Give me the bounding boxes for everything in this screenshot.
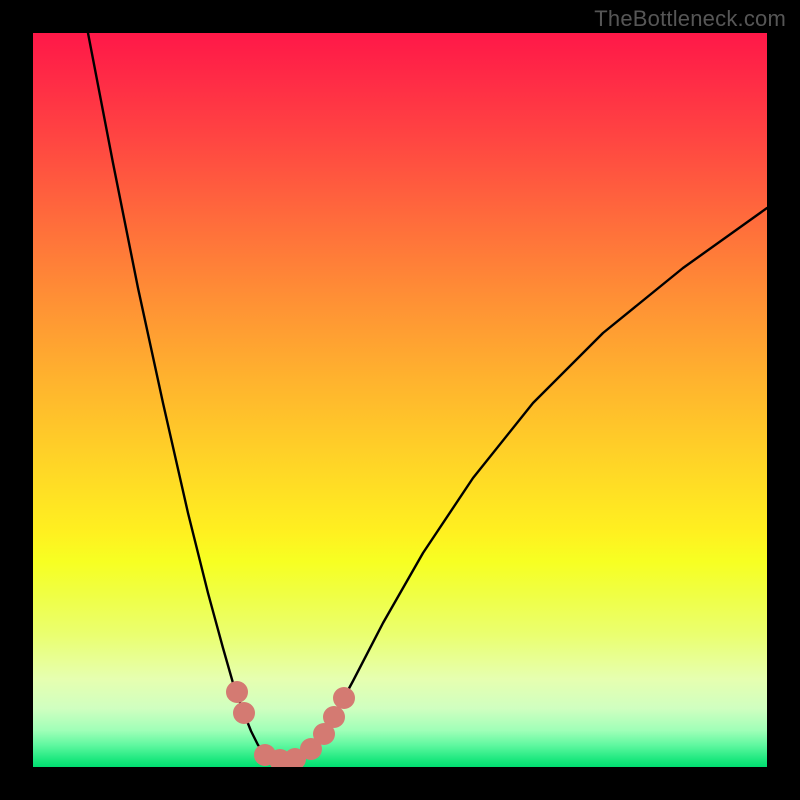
plot-area: [33, 33, 767, 767]
chart-frame: TheBottleneck.com: [0, 0, 800, 800]
chart-svg: [33, 33, 767, 767]
highlight-markers: [226, 681, 355, 767]
bottleneck-curve: [88, 33, 767, 761]
highlight-marker: [233, 702, 255, 724]
watermark-text: TheBottleneck.com: [594, 6, 786, 32]
highlight-marker: [333, 687, 355, 709]
highlight-marker: [323, 706, 345, 728]
highlight-marker: [226, 681, 248, 703]
